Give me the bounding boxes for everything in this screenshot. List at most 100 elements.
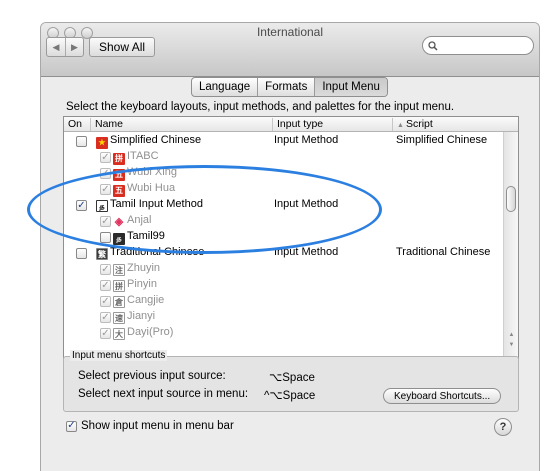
next-source-label: Select next input source in menu:	[78, 388, 249, 400]
taiwan-flag-icon: 繁	[96, 248, 108, 260]
row-checkbox[interactable]	[76, 248, 87, 259]
search-input[interactable]	[441, 39, 531, 52]
row-name: Wubi Hua	[127, 182, 176, 194]
row-checkbox[interactable]: ✓	[100, 184, 111, 195]
cangjie-icon: 倉	[113, 296, 125, 308]
row-checkbox[interactable]: ✓	[100, 296, 111, 307]
row-name: Tamil99	[127, 230, 165, 242]
vertical-scrollbar[interactable]: ▲ ▼	[503, 132, 518, 361]
row-checkbox[interactable]: ✓	[76, 200, 87, 211]
keyboard-shortcuts-button[interactable]: Keyboard Shortcuts...	[383, 388, 502, 404]
instructions-text: Select the keyboard layouts, input metho…	[66, 101, 455, 113]
table-row[interactable]: த Tamil99	[64, 229, 504, 245]
column-header-script-label: Script	[405, 118, 433, 130]
china-flag-icon: ★	[96, 137, 108, 149]
zhuyin-icon: 注	[113, 264, 125, 276]
row-name: Jianyi	[127, 310, 156, 322]
preferences-window: International ◀ ▶ Show All Language Form…	[40, 22, 540, 471]
row-checkbox[interactable]: ✓	[100, 264, 111, 275]
row-name-cell: 注 Zhuyin	[113, 262, 160, 276]
back-forward-control: ◀ ▶	[46, 37, 84, 57]
table-row[interactable]: ✓ 注 Zhuyin	[64, 261, 504, 277]
row-checkbox[interactable]: ✓	[100, 280, 111, 291]
row-name-cell: 倉 Cangjie	[113, 294, 164, 308]
previous-source-label: Select previous input source:	[78, 370, 226, 382]
wubi-xing-icon: 五	[113, 169, 125, 181]
row-name-cell: த Tamil Input Method	[96, 198, 203, 212]
help-button[interactable]: ?	[494, 418, 512, 436]
back-arrow-icon[interactable]: ◀	[47, 38, 65, 56]
row-checkbox[interactable]: ✓	[100, 216, 111, 227]
table-row[interactable]: ✓ த Tamil Input Method Input Method	[64, 197, 504, 213]
row-name: Anjal	[127, 214, 152, 226]
tab-formats[interactable]: Formats	[257, 78, 314, 96]
input-sources-table: On Name Input type ▲ Script ★ Simplified C…	[63, 116, 519, 362]
row-name: Pinyin	[127, 278, 157, 290]
row-name: Dayi(Pro)	[127, 326, 174, 338]
table-body: ★ Simplified Chinese Input Method Simplif…	[64, 132, 518, 361]
row-name-cell: ◈ Anjal	[113, 214, 152, 228]
search-icon	[428, 40, 438, 51]
show-input-menu-checkbox[interactable]: ✓	[66, 420, 77, 432]
row-name-cell: 五 Wubi Xing	[113, 166, 177, 181]
row-checkbox[interactable]: ✓	[100, 152, 111, 163]
row-name-cell: 速 Jianyi	[113, 310, 155, 324]
show-input-menu-label: Show input menu in menu bar	[81, 420, 234, 432]
row-name-cell: ★ Simplified Chinese	[96, 134, 201, 149]
row-checkbox[interactable]	[100, 232, 111, 243]
tamil-icon: த	[96, 200, 108, 212]
row-name: Tamil Input Method	[110, 198, 203, 210]
table-header: On Name Input type ▲ Script	[64, 117, 518, 132]
row-script: Traditional Chinese	[396, 246, 491, 258]
wubi-hua-icon: 五	[113, 185, 125, 197]
jianyi-icon: 速	[113, 312, 125, 324]
column-header-name[interactable]: Name	[90, 118, 272, 131]
anjal-icon: ◈	[114, 216, 124, 228]
scroll-up-arrow-icon[interactable]: ▲	[507, 332, 516, 338]
row-input-type: Input Method	[274, 198, 339, 210]
tab-bar: Language Formats Input Menu	[191, 77, 388, 97]
row-checkbox[interactable]: ✓	[100, 328, 111, 339]
row-checkbox[interactable]: ✓	[100, 168, 111, 179]
row-name-cell: த Tamil99	[113, 230, 165, 245]
scroll-down-arrow-icon[interactable]: ▼	[507, 342, 516, 348]
row-checkbox[interactable]	[76, 136, 87, 147]
previous-source-key: ⌥Space	[269, 372, 315, 384]
row-name-cell: 繁 Traditional Chinese	[96, 246, 204, 260]
table-row[interactable]: ✓ 拼 Pinyin	[64, 277, 504, 293]
show-input-menu-option[interactable]: ✓ Show input menu in menu bar	[66, 420, 234, 432]
dayi-icon: 大	[113, 328, 125, 340]
shortcuts-group-label: Input menu shortcuts	[70, 350, 168, 361]
pinyin-icon: 拼	[113, 280, 125, 292]
row-name-cell: 五 Wubi Hua	[113, 182, 175, 197]
row-input-type: Input Method	[274, 134, 339, 146]
table-row[interactable]: ✓ ◈ Anjal	[64, 213, 504, 229]
row-checkbox[interactable]: ✓	[100, 312, 111, 323]
row-name: Simplified Chinese	[110, 134, 202, 146]
table-row[interactable]: ✓ 五 Wubi Hua	[64, 181, 504, 197]
toolbar: International ◀ ▶ Show All	[41, 23, 539, 77]
table-row[interactable]: ✓ 拼 ITABC	[64, 149, 504, 165]
search-field[interactable]	[422, 36, 534, 55]
table-row[interactable]: ★ Simplified Chinese Input Method Simplif…	[64, 133, 504, 149]
table-row[interactable]: ✓ 大 Dayi(Pro)	[64, 325, 504, 341]
table-row[interactable]: ✓ 倉 Cangjie	[64, 293, 504, 309]
row-name-cell: 拼 Pinyin	[113, 278, 157, 292]
sort-ascending-icon: ▲	[397, 122, 404, 129]
column-header-on[interactable]: On	[64, 118, 90, 131]
row-name-cell: 大 Dayi(Pro)	[113, 326, 173, 340]
forward-arrow-icon[interactable]: ▶	[65, 38, 83, 56]
table-row[interactable]: 繁 Traditional Chinese Input Method Tradit…	[64, 245, 504, 261]
column-header-script[interactable]: ▲ Script	[392, 118, 505, 131]
table-row[interactable]: ✓ 五 Wubi Xing	[64, 165, 504, 181]
row-name: Wubi Xing	[127, 166, 177, 178]
row-input-type: Input Method	[274, 246, 339, 258]
tab-language[interactable]: Language	[192, 78, 257, 96]
show-all-button[interactable]: Show All	[89, 37, 156, 57]
tab-input-menu[interactable]: Input Menu	[314, 78, 387, 96]
column-header-input-type[interactable]: Input type	[272, 118, 392, 131]
table-row[interactable]: ✓ 速 Jianyi	[64, 309, 504, 325]
scrollbar-thumb[interactable]	[506, 186, 516, 212]
tamil99-icon: த	[113, 233, 125, 245]
row-name: ITABC	[127, 150, 159, 162]
